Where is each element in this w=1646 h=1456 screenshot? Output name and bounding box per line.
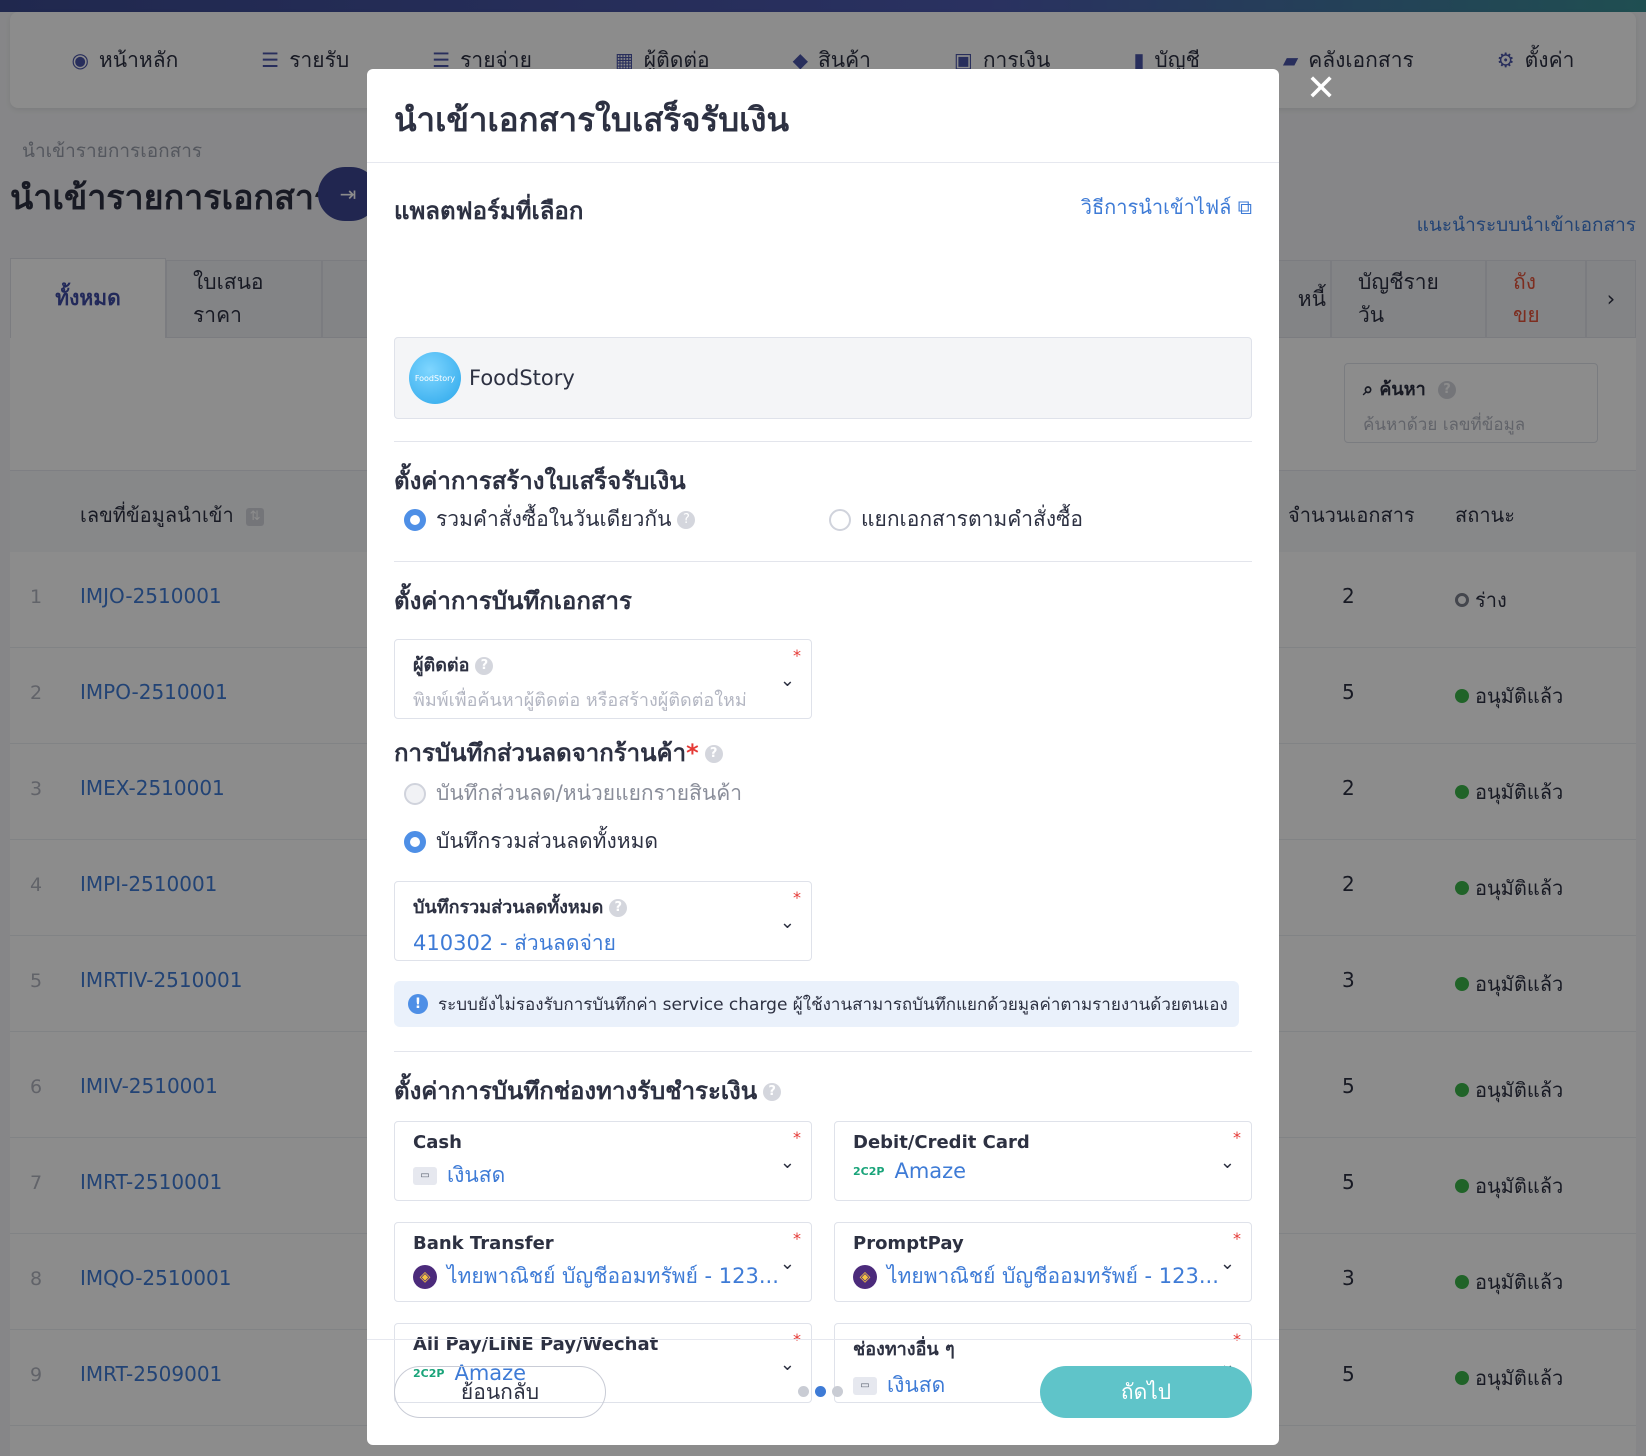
- help-icon: ?: [763, 1083, 782, 1101]
- required-mark: *: [686, 739, 699, 767]
- contact-field[interactable]: ผู้ติดต่อ? พิมพ์เพื่อค้นหาผู้ติดต่อ หรือ…: [394, 639, 812, 719]
- platform-name: FoodStory: [469, 366, 575, 390]
- radio-disabled: [404, 782, 426, 805]
- radio-selected: [404, 830, 426, 853]
- platform-title: แพลตฟอร์มที่เลือก: [394, 197, 584, 225]
- chevron-down-icon[interactable]: ⌄: [1220, 1253, 1235, 1274]
- divider: [394, 441, 1252, 442]
- cash-select[interactable]: Cash ▭ เงินสด * ⌄: [394, 1121, 812, 1201]
- info-icon: !: [408, 994, 428, 1014]
- chevron-down-icon[interactable]: ⌄: [780, 912, 795, 933]
- foodstory-logo: FoodStory: [409, 352, 461, 404]
- selected-platform: FoodStory FoodStory: [394, 337, 1252, 419]
- promptpay-select[interactable]: PromptPay ◈ ไทยพาณิชย์ บัญชีออมทรัพย์ - 1…: [834, 1222, 1252, 1302]
- divider: [394, 1051, 1252, 1052]
- payment-settings-title: ตั้งค่าการบันทึกช่องทางรับชำระเงิน?: [394, 1071, 782, 1110]
- chevron-down-icon[interactable]: ⌄: [1220, 1152, 1235, 1173]
- required-mark: *: [793, 646, 801, 665]
- radio-separate-orders[interactable]: แยกเอกสารตามคำสั่งซื้อ: [829, 503, 1083, 536]
- close-icon[interactable]: ✕: [1306, 68, 1336, 109]
- import-file-guide-link[interactable]: วิธีการนำเข้าไฟล์ ⧉: [1081, 191, 1252, 223]
- bank-transfer-select[interactable]: Bank Transfer ◈ ไทยพาณิชย์ บัญชีออมทรัพย์…: [394, 1222, 812, 1302]
- cash-icon: ▭: [413, 1166, 437, 1185]
- doc-settings-title: ตั้งค่าการบันทึกเอกสาร: [394, 587, 632, 615]
- back-button[interactable]: ย้อนกลับ: [394, 1366, 606, 1418]
- service-charge-notice: ! ระบบยังไม่รองรับการบันทึกค่า service c…: [394, 981, 1239, 1027]
- help-icon: ?: [475, 657, 494, 675]
- next-button[interactable]: ถัดไป: [1040, 1366, 1252, 1418]
- radio-discount-per-item[interactable]: บันทึกส่วนลด/หน่วยแยกรายสินค้า: [404, 777, 742, 810]
- amaze-icon: 2C2P: [853, 1164, 885, 1178]
- divider: [394, 561, 1252, 562]
- required-mark: *: [793, 1229, 801, 1248]
- radio-unselected: [829, 508, 851, 531]
- scb-bank-icon: ◈: [853, 1264, 877, 1289]
- modal-footer: ย้อนกลับ ถัดไป: [367, 1339, 1279, 1445]
- help-icon: ?: [609, 899, 628, 917]
- discount-account-select[interactable]: บันทึกรวมส่วนลดทั้งหมด? 410302 - ส่วนลดจ…: [394, 881, 812, 961]
- help-icon: ?: [677, 510, 696, 529]
- chevron-down-icon[interactable]: ⌄: [780, 1152, 795, 1173]
- discount-title: การบันทึกส่วนลดจากร้านค้า*?: [394, 733, 723, 772]
- radio-selected: [404, 508, 426, 531]
- required-mark: *: [1233, 1229, 1241, 1248]
- card-select[interactable]: Debit/Credit Card 2C2P Amaze * ⌄: [834, 1121, 1252, 1201]
- chevron-down-icon[interactable]: ⌄: [780, 1253, 795, 1274]
- modal-title: นำเข้าเอกสารใบเสร็จรับเงิน: [367, 69, 1279, 163]
- external-link-icon: ⧉: [1237, 195, 1252, 219]
- required-mark: *: [793, 1128, 801, 1147]
- chevron-down-icon[interactable]: ⌄: [780, 670, 795, 691]
- discount-account-value: 410302 - ส่วนลดจ่าย: [413, 931, 616, 955]
- step-indicator: [798, 1386, 843, 1397]
- import-receipt-modal: นำเข้าเอกสารใบเสร็จรับเงิน แพลตฟอร์มที่เ…: [367, 69, 1279, 1445]
- radio-combine-orders[interactable]: รวมคำสั่งซื้อในวันเดียวกัน?: [404, 503, 696, 536]
- help-icon: ?: [704, 745, 723, 763]
- required-mark: *: [1233, 1128, 1241, 1147]
- contact-input[interactable]: พิมพ์เพื่อค้นหาผู้ติดต่อ หรือสร้างผู้ติด…: [413, 685, 793, 714]
- radio-discount-total[interactable]: บันทึกรวมส่วนลดทั้งหมด: [404, 825, 658, 858]
- receipt-settings-title: ตั้งค่าการสร้างใบเสร็จรับเงิน: [394, 467, 686, 495]
- required-mark: *: [793, 888, 801, 907]
- scb-bank-icon: ◈: [413, 1264, 437, 1289]
